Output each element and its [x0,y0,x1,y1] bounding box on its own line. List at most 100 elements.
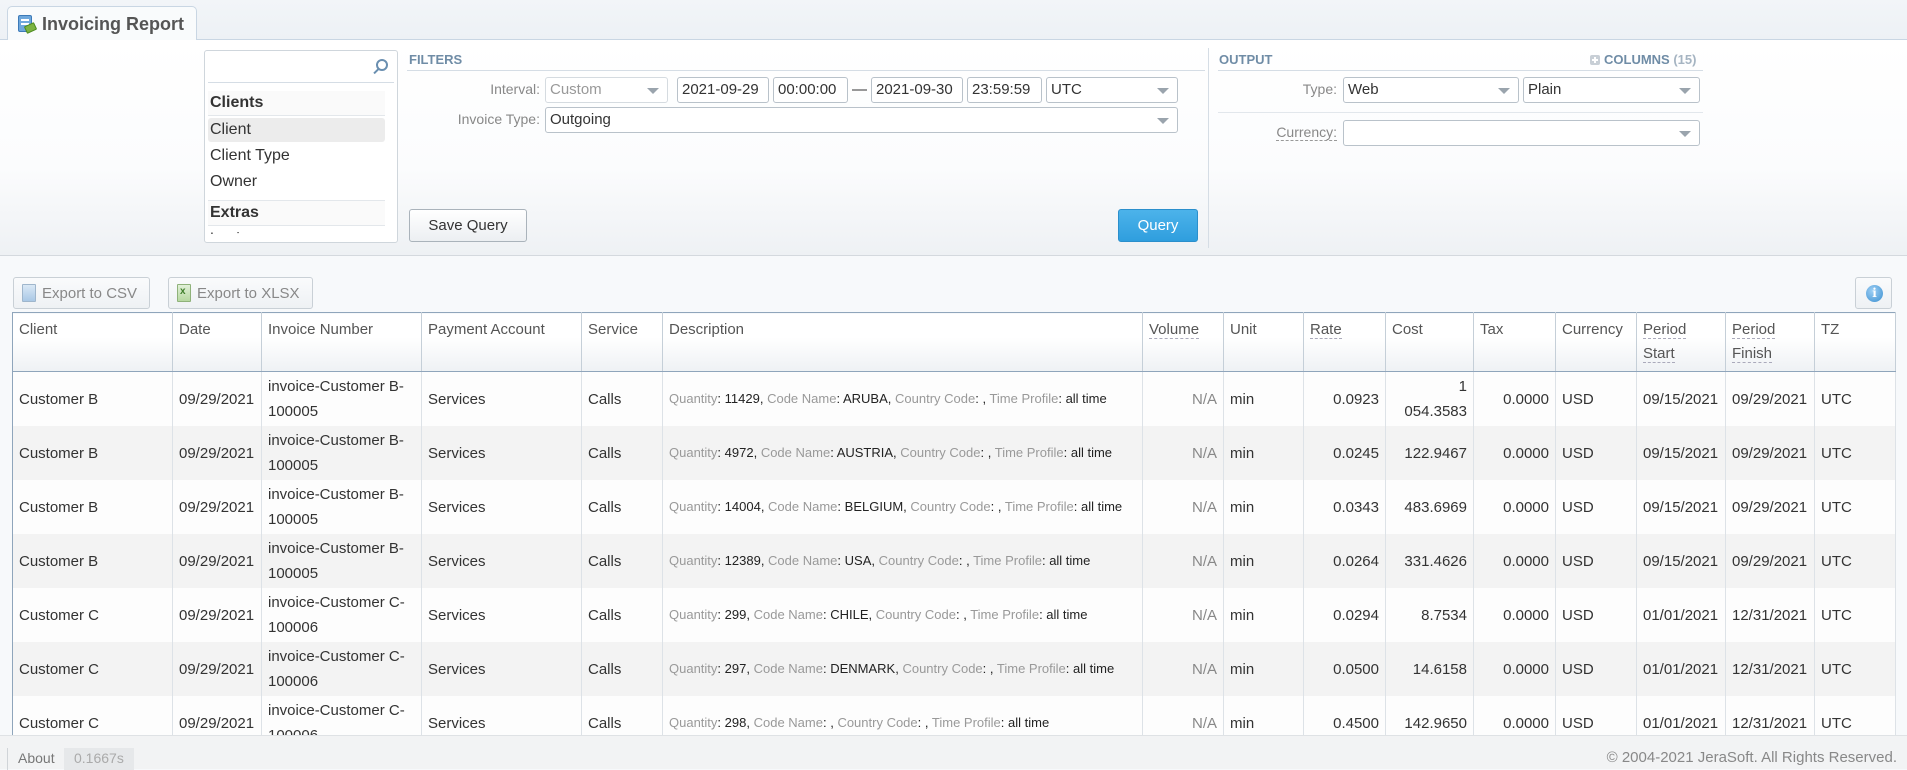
col-invoice-number[interactable]: Invoice Number [261,312,422,372]
cell-cost: 8.7534 [1385,588,1474,642]
col-period-start[interactable]: Period Start [1636,312,1726,372]
group-item-client-type[interactable]: Client Type [208,144,385,168]
group-item-owner[interactable]: Owner [208,170,385,194]
desc-key-time-profile: Time Profile [970,607,1040,622]
col-tz[interactable]: TZ [1814,312,1896,372]
cell-tax: 0.0000 [1473,642,1556,696]
save-query-button[interactable]: Save Query [409,209,527,242]
col-period-finish[interactable]: Period Finish [1725,312,1815,372]
desc-value-code-name: AUSTRIA [836,445,894,460]
cell-invoice-number: invoice-Customer C-100006 [261,588,422,642]
desc-key-code-name: Code Name [753,607,823,622]
cell-payment-account: Services [421,480,582,534]
filters-divider [407,70,1205,71]
group-item-invoice[interactable]: Invoice [208,226,394,234]
cell-invoice-number: invoice-Customer C-100006 [261,642,422,696]
date-to-input[interactable]: 2021-09-30 [871,77,963,103]
col-description[interactable]: Description [662,312,1143,372]
cell-period-finish: 09/29/2021 [1725,480,1815,534]
cell-client: Customer C [12,642,173,696]
col-unit[interactable]: Unit [1223,312,1304,372]
about-link[interactable]: About [7,748,65,770]
desc-key-quantity: Quantity [669,553,718,568]
group-item-client[interactable]: Client [208,118,385,142]
cell-description: Quantity: 297, Code Name: DENMARK, Count… [662,642,1143,696]
query-button[interactable]: Query [1118,209,1198,242]
date-from-input[interactable]: 2021-09-29 [677,77,769,103]
group-header-clients: Clients [208,91,385,116]
query-panel: Clients Client Client Type Owner Extras … [0,40,1907,256]
desc-key-country-code: Country Code [895,391,976,406]
time-to-input[interactable]: 23:59:59 [967,77,1042,103]
type-label: Type: [1302,81,1337,97]
cell-service: Calls [581,642,663,696]
invoice-type-select[interactable]: Outgoing [545,107,1178,133]
table-row[interactable]: Customer B 09/29/2021 invoice-Customer B-1… [12,426,1896,480]
col-tax[interactable]: Tax [1473,312,1556,372]
table-row[interactable]: Customer C09/29/2021invoice-Customer C-1… [12,588,1896,642]
currency-select[interactable] [1343,120,1700,146]
export-csv-button[interactable]: Export to CSV [13,277,150,309]
cell-period-start: 01/01/2021 [1636,588,1726,642]
cell-period-finish: 09/29/2021 [1725,426,1815,480]
desc-value-time-profile: all time [1008,715,1050,730]
cell-description: Quantity: 299, Code Name: CHILE, Country… [662,588,1143,642]
desc-key-quantity: Quantity [669,499,718,514]
cell-period-start: 09/15/2021 [1636,480,1726,534]
columns-toggle[interactable]: COLUMNS (15) [1590,52,1696,67]
output-type-select[interactable]: Web [1343,77,1519,103]
search-icon[interactable] [376,59,388,71]
group-search-input[interactable] [208,51,394,83]
tab-invoicing-report[interactable]: Invoicing Report [7,6,198,41]
cell-invoice-number: invoice-Customer B-100005 [261,480,422,534]
cell-service: Calls [581,480,663,534]
footer: About 0.1667s © 2004-2021 JeraSoft. All … [0,735,1907,770]
desc-value-time-profile: all time [1049,553,1091,568]
table-body: Customer B 09/29/2021 invoice-Customer B-1… [12,371,1896,751]
cell-invoice-number: invoice-Customer B-100005 [261,371,422,426]
table-row[interactable]: Customer B 09/29/2021 invoice-Customer B-1… [12,371,1896,426]
group-by-list: Clients Client Client Type Owner Extras … [204,50,398,243]
cell-tax: 0.0000 [1473,534,1556,588]
desc-value-time-profile: all time [1065,391,1107,406]
col-cost[interactable]: Cost [1385,312,1474,372]
table-header-row: Client Date Invoice Number Payment Accou… [12,312,1896,372]
info-button[interactable]: i [1855,277,1892,309]
export-csv-label: Export to CSV [42,284,138,302]
cell-currency: USD [1555,534,1637,588]
export-xlsx-button[interactable]: Export to XLSX [168,277,313,309]
col-service[interactable]: Service [581,312,663,372]
table-row[interactable]: Customer C09/29/2021invoice-Customer C-1… [12,642,1896,696]
col-date[interactable]: Date [172,312,262,372]
xlsx-file-icon [177,284,191,302]
desc-value-code-name: DENMARK [830,661,896,676]
cell-rate: 0.0923 [1303,371,1386,426]
cell-invoice-number: invoice-Customer B-100005 [261,426,422,480]
csv-file-icon [22,284,36,302]
desc-value-quantity: 11429 [724,391,760,406]
desc-key-quantity: Quantity [669,391,718,406]
cell-period-finish: 12/31/2021 [1725,588,1815,642]
col-currency[interactable]: Currency [1555,312,1637,372]
interval-select[interactable]: Custom [545,77,668,103]
cell-period-start: 09/15/2021 [1636,371,1726,426]
desc-value-quantity: 297 [724,661,747,676]
table-row[interactable]: Customer B 09/29/2021 invoice-Customer B-1… [12,480,1896,534]
cell-period-finish: 09/29/2021 [1725,371,1815,426]
timezone-select[interactable]: UTC [1046,77,1178,103]
time-from-input[interactable]: 00:00:00 [773,77,848,103]
cell-tz: UTC [1814,426,1896,480]
desc-key-time-profile: Time Profile [973,553,1042,568]
cell-rate: 0.0294 [1303,588,1386,642]
output-format-select[interactable]: Plain [1523,77,1700,103]
desc-key-code-name: Code Name [768,553,838,568]
desc-value-quantity: 12389 [724,553,761,568]
col-rate[interactable]: Rate [1303,312,1386,372]
col-payment-account[interactable]: Payment Account [421,312,582,372]
desc-key-code-name: Code Name [760,445,831,460]
col-client[interactable]: Client [12,312,173,372]
columns-count: (15) [1673,52,1697,67]
cell-tax: 0.0000 [1473,588,1556,642]
table-row[interactable]: Customer B 09/29/2021 invoice-Customer B-1… [12,534,1896,588]
col-volume[interactable]: Volume [1142,312,1224,372]
